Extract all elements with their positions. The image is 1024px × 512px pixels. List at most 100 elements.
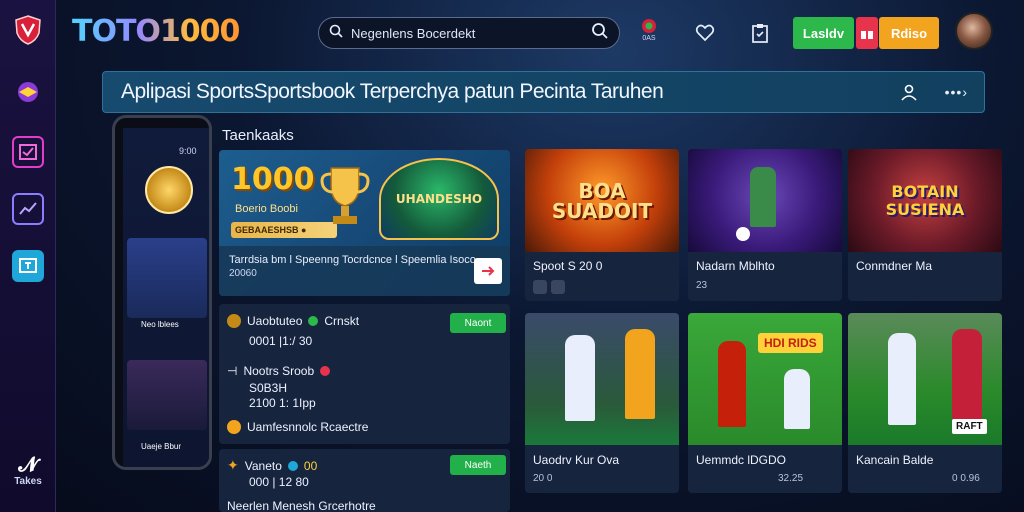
notification-icon <box>642 18 656 33</box>
player-figure <box>750 167 776 227</box>
hero-banner: Aplipasi SportsSportsbook Terperchya pat… <box>102 71 985 113</box>
match-extra: Crnskt <box>324 314 360 328</box>
clipboard-icon <box>752 24 768 43</box>
game-card-title: Uemmdc lDGDO <box>696 453 787 467</box>
phone-player2-label: Uaeje Bbur <box>141 442 182 451</box>
player-figure <box>565 335 595 421</box>
bet-button[interactable]: Naeth <box>450 455 506 475</box>
betslip-icon[interactable] <box>12 136 44 168</box>
match-title: Nootrs Sroob <box>243 364 315 378</box>
game-card-image: BOTAIN SUSIENA <box>848 149 1002 252</box>
game-card-title: Nadarn Mblhto <box>696 259 775 273</box>
player-figure <box>625 329 655 419</box>
takes-nav[interactable]: 𝓝 Takes <box>6 452 50 487</box>
match-panel: ✦ Vaneto 00 000 | 12 80 Naeth Neerlen Me… <box>219 449 510 512</box>
game-card-title: Kancain Balde <box>856 453 934 467</box>
ball-icon[interactable] <box>12 76 44 108</box>
phone-screen: 9:00 Neo lblees Uaeje Bbur <box>123 128 209 467</box>
game-card-image: HDI RIDS <box>688 313 842 445</box>
more-button[interactable]: •••› <box>945 84 968 100</box>
game-card-icon <box>551 280 565 294</box>
match-row[interactable]: ✦ Vaneto 00 <box>227 457 317 474</box>
match-title: Vaneto <box>244 458 282 473</box>
search-submit-icon[interactable] <box>591 22 609 45</box>
game-card[interactable]: Nadarn Mblhto 23 <box>688 149 842 301</box>
register-button[interactable]: Rdiso <box>879 17 939 49</box>
game-card-meta: 23 <box>696 280 708 291</box>
match-sub: S0B3H <box>249 381 288 395</box>
game-card-image <box>688 149 842 252</box>
game-card[interactable]: Uaodrv Kur Ova 20 0 <box>525 313 679 493</box>
player-figure <box>718 341 746 427</box>
phone-player-image <box>127 238 207 318</box>
team-badge-icon <box>320 366 331 376</box>
stats-icon[interactable] <box>12 193 44 225</box>
tv-icon[interactable] <box>12 250 44 282</box>
shield-logo-icon[interactable] <box>12 14 44 46</box>
gift-icon <box>861 29 873 39</box>
game-card-meta: 32.25 <box>778 473 804 484</box>
game-card-meta: 20 0 <box>533 473 553 484</box>
user-icon[interactable] <box>900 83 918 106</box>
match-sub: 000 | 12 80 <box>249 475 309 489</box>
login-button[interactable]: Lasldv <box>793 17 854 49</box>
match-row[interactable]: Uaobtuteo Crnskt <box>227 314 359 328</box>
team-badge-icon <box>308 316 319 326</box>
game-card[interactable]: RAFT Kancain Balde 0 0.96 <box>848 313 1002 493</box>
featured-footer: Tarrdsia bm l Speenng Tocrdcnce l Speeml… <box>219 246 510 296</box>
search-bar[interactable]: Negenlens Bocerdekt <box>318 17 620 49</box>
score-icon: ⊣ <box>227 364 238 378</box>
takes-label: Takes <box>14 476 42 487</box>
match-extra: 00 <box>303 458 318 473</box>
phone-player1-label: Neo lblees <box>141 320 179 329</box>
featured-art-text: UHANDESHO <box>395 192 483 206</box>
game-card[interactable]: HDI RIDS Uemmdc lDGDO 32.25 <box>688 313 842 493</box>
featured-subtitle: Boerio Boobi <box>235 203 298 215</box>
game-card-art-text: BOTAIN SUSIENA <box>885 181 965 219</box>
avatar[interactable] <box>955 12 993 50</box>
game-card-image <box>525 313 679 445</box>
phone-time: 9:00 <box>179 146 197 156</box>
phone-mockup: 9:00 Neo lblees Uaeje Bbur <box>112 115 212 470</box>
team-badge-icon <box>227 420 241 434</box>
notification-label: 0AS <box>642 34 656 42</box>
bet-button[interactable]: Naont <box>450 313 506 333</box>
arrow-right-icon <box>482 266 495 276</box>
featured-headline: 1000 <box>231 162 315 197</box>
game-card[interactable]: BOTAIN SUSIENA Conmdner Ma <box>848 149 1002 301</box>
phone-medal-icon <box>145 166 193 214</box>
brand-logo[interactable]: TOTO1000 <box>72 14 240 49</box>
match-title: Neerlen Menesh Grcerhotre <box>227 499 376 512</box>
game-card-art-text: HDI RIDS <box>758 333 823 353</box>
match-title: Uamfesnnolc Rcaectre <box>247 420 369 434</box>
player-figure <box>952 329 982 419</box>
featured-number: 20060 <box>229 268 257 279</box>
team-badge-icon <box>227 314 241 328</box>
game-card-icon <box>533 280 547 294</box>
game-card[interactable]: BOA SUADOIT Spoot S 20 0 <box>525 149 679 301</box>
banner-title: Aplipasi SportsSportsbook Terperchya pat… <box>121 80 664 103</box>
match-title: Uaobtuteo <box>247 314 303 328</box>
star-icon: ✦ <box>227 457 239 473</box>
game-card-meta: 0 0.96 <box>952 473 980 484</box>
game-card-title: Conmdner Ma <box>856 259 933 273</box>
match-row[interactable]: ⊣ Nootrs Sroob <box>227 364 331 378</box>
section-title: Taenkaaks <box>222 127 294 144</box>
match-row[interactable]: Uamfesnnolc Rcaectre <box>227 420 368 434</box>
game-card-art-text: RAFT <box>952 419 987 434</box>
gift-button[interactable] <box>856 17 878 49</box>
notification-button[interactable]: 0AS <box>636 16 662 42</box>
featured-arrow-button[interactable] <box>474 258 502 284</box>
ball-icon <box>736 227 750 241</box>
heart-icon <box>695 24 715 42</box>
search-input[interactable]: Negenlens Bocerdekt <box>351 26 583 41</box>
player-figure <box>888 333 916 425</box>
sidebar: 𝓝 Takes <box>0 0 56 512</box>
favorites-button[interactable] <box>692 20 718 46</box>
game-card-art-text: BOA SUADOIT <box>551 178 653 223</box>
phone-player2-image <box>127 360 207 430</box>
featured-card[interactable]: 1000 Boerio Boobi GEBAAESHSB ● UHANDESHO… <box>219 150 510 296</box>
team-badge-icon <box>287 460 298 471</box>
match-sub: 0001 |1:/ 30 <box>249 334 313 348</box>
bets-button[interactable] <box>747 20 773 46</box>
